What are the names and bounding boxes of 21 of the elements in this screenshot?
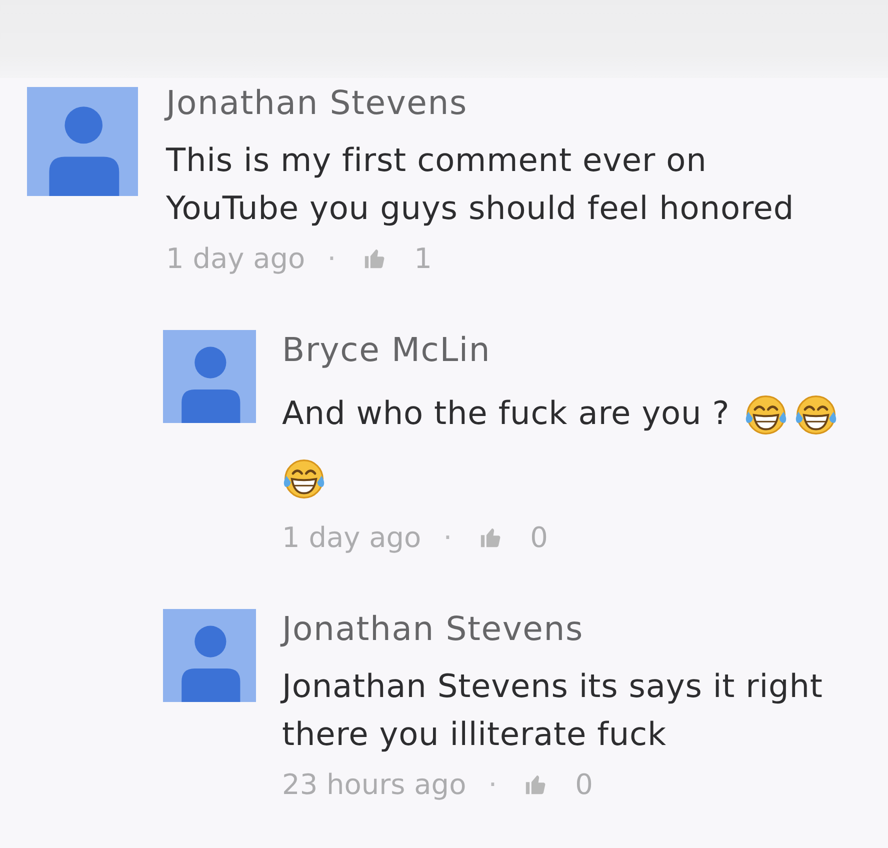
- separator: ·: [488, 768, 498, 800]
- avatar-icon: [163, 609, 256, 702]
- avatar-icon: [27, 87, 138, 196]
- thumbs-up-icon[interactable]: [364, 247, 386, 269]
- laughing-emoji-icon: [282, 457, 326, 501]
- author-name[interactable]: Jonathan Stevens: [282, 609, 584, 649]
- thumbs-up-icon[interactable]: [480, 526, 502, 548]
- like-count: 1: [414, 242, 432, 274]
- avatar-icon: [163, 330, 256, 423]
- like-count: 0: [530, 520, 548, 554]
- laughing-emoji-icon: [744, 393, 788, 437]
- comment-text: This is my first comment ever on YouTube you guys should feel honored: [166, 141, 794, 227]
- comment-text: And who the fuck are you ?: [282, 394, 730, 432]
- like-count: 0: [575, 768, 593, 800]
- separator: ·: [443, 520, 452, 554]
- laughing-emoji-icon: [794, 393, 838, 437]
- comment-text: Jonathan Stevens its says it right there you illiterate fuck: [282, 667, 823, 753]
- separator: ·: [327, 242, 336, 274]
- author-name[interactable]: Jonathan Stevens: [166, 83, 468, 123]
- author-name[interactable]: Bryce McLin: [282, 330, 491, 370]
- thumbs-up-icon[interactable]: [525, 773, 548, 795]
